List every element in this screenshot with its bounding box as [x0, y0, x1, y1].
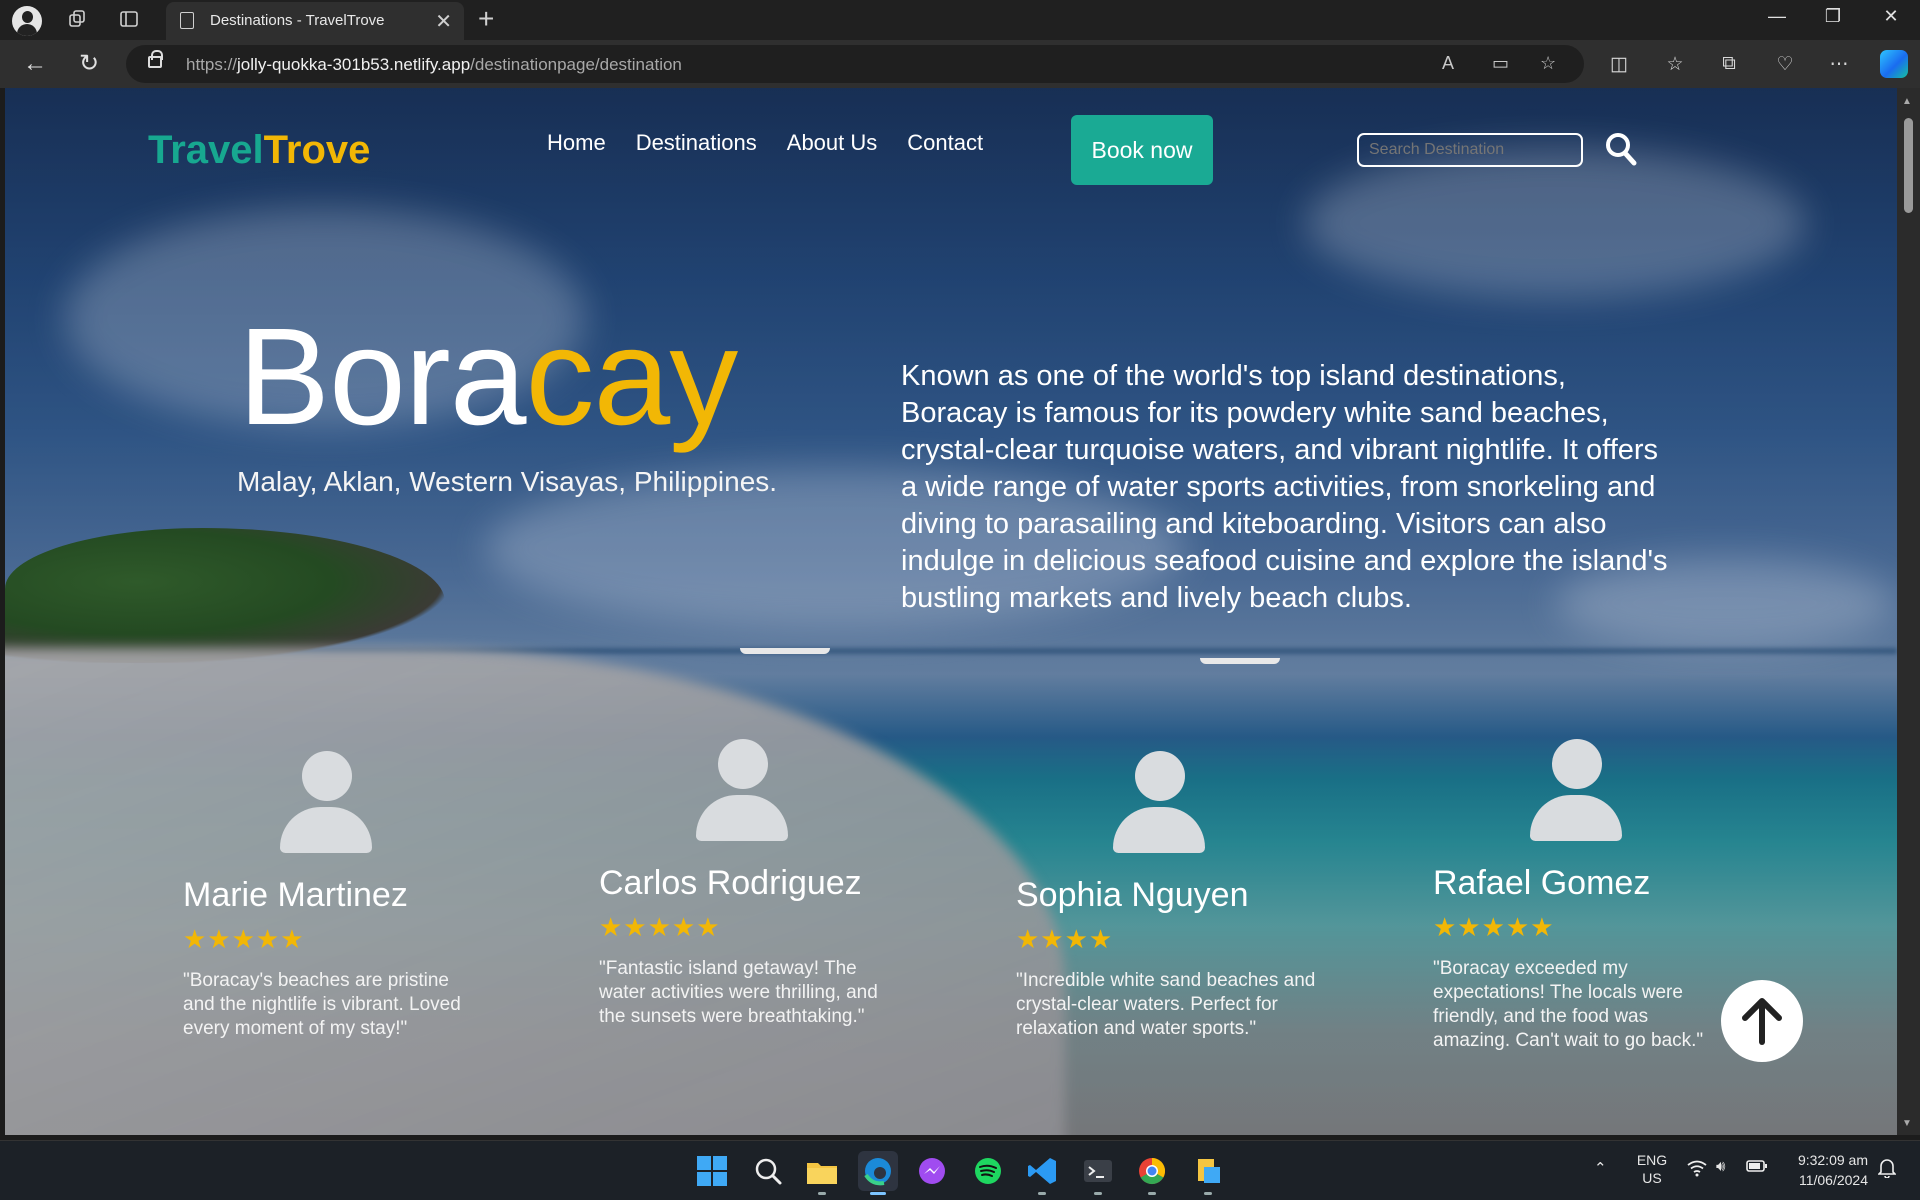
book-now-button[interactable]: Book now — [1071, 115, 1213, 185]
volume-icon[interactable]: 🔊︎ — [1716, 1158, 1725, 1175]
collections-icon[interactable]: ⧉ — [1716, 53, 1742, 75]
island-trees — [5, 528, 445, 663]
review-text: "Boracay exceeded my expectations! The l… — [1433, 958, 1704, 1051]
browser-tab-strip: Destinations - TravelTrove ✕ + — ❐ ✕ — [0, 0, 1920, 40]
favorites-icon[interactable]: ☆ — [1662, 53, 1688, 76]
chrome-icon[interactable] — [1132, 1151, 1172, 1195]
reviewer-name: Rafael Gomez — [1433, 864, 1651, 902]
tab-title: Destinations - TravelTrove — [210, 12, 385, 29]
star-rating: ★★★★★ — [1433, 912, 1555, 942]
destination-location: Malay, Aklan, Western Visayas, Philippin… — [237, 466, 778, 497]
review-text: "Incredible white sand beaches and cryst… — [1016, 970, 1316, 1039]
background-cloud — [1305, 148, 1805, 298]
tab-actions-icon[interactable] — [118, 9, 140, 31]
lock-icon[interactable] — [148, 50, 163, 68]
nav-home-link[interactable]: Home — [547, 130, 606, 156]
nav-destinations-link[interactable]: Destinations — [636, 130, 757, 156]
site-logo[interactable]: TravelTrove — [148, 128, 370, 173]
clock[interactable]: 9:32:09 am 11/06/2024 — [1784, 1150, 1868, 1190]
profile-avatar[interactable] — [12, 6, 42, 36]
copilot-icon[interactable] — [1880, 50, 1908, 78]
reviewer-name: Carlos Rodriguez — [599, 864, 862, 902]
reviewer-name: Marie Martinez — [183, 876, 408, 914]
nav-about-link[interactable]: About Us — [787, 130, 878, 156]
main-nav: Home Destinations About Us Contact — [547, 130, 983, 156]
review-text: "Boracay's beaches are pristine and the … — [183, 970, 461, 1039]
new-tab-button[interactable]: + — [478, 3, 494, 35]
close-window-icon[interactable]: ✕ — [1868, 6, 1914, 27]
user-avatar-icon — [1530, 739, 1622, 843]
address-bar-row: ← ↻ https://jolly-quokka-301b53.netlify.… — [0, 40, 1920, 88]
notes-app-icon[interactable] — [1188, 1151, 1228, 1195]
restore-icon[interactable]: ❐ — [1810, 6, 1856, 27]
scroll-up-icon[interactable]: ▲ — [1902, 96, 1912, 107]
windows-start-icon[interactable] — [692, 1151, 732, 1191]
destination-description: Known as one of the world's top island d… — [901, 360, 1668, 614]
scrollbar-thumb[interactable] — [1904, 118, 1913, 213]
search-icon[interactable] — [1605, 132, 1637, 166]
star-rating: ★★★★★ — [599, 912, 721, 942]
workspaces-icon[interactable] — [66, 9, 88, 31]
file-explorer-icon[interactable] — [802, 1151, 842, 1195]
spotify-icon[interactable] — [968, 1151, 1008, 1191]
immersive-reader-icon[interactable]: ▭ — [1492, 53, 1509, 74]
split-screen-icon[interactable]: ◫ — [1606, 53, 1632, 76]
arrow-up-icon — [1742, 998, 1782, 1045]
boat — [740, 648, 830, 654]
active-tab[interactable]: Destinations - TravelTrove ✕ — [166, 2, 464, 40]
vscode-icon[interactable] — [1022, 1151, 1062, 1195]
minimize-icon[interactable]: — — [1754, 6, 1800, 27]
read-aloud-icon[interactable]: A — [1442, 53, 1454, 74]
star-rating: ★★★★★ — [183, 924, 305, 954]
review-text: "Fantastic island getaway! The water act… — [599, 958, 878, 1027]
beach-sand — [5, 648, 1065, 1135]
url-text[interactable]: https://jolly-quokka-301b53.netlify.app/… — [186, 55, 682, 75]
terminal-icon[interactable] — [1078, 1151, 1118, 1195]
browser-essentials-icon[interactable]: ♡ — [1772, 53, 1798, 76]
scroll-down-icon[interactable]: ▼ — [1902, 1118, 1912, 1129]
boat — [1200, 658, 1280, 664]
battery-icon[interactable] — [1746, 1159, 1768, 1177]
back-arrow-icon[interactable]: ← — [20, 49, 50, 79]
language-indicator[interactable]: ENG US — [1634, 1151, 1670, 1187]
star-rating: ★★★★ — [1016, 924, 1114, 954]
more-options-icon[interactable]: ⋯ — [1826, 53, 1852, 76]
page-scrollbar[interactable]: ▲ ▼ — [1897, 88, 1920, 1135]
wifi-icon[interactable] — [1686, 1159, 1708, 1181]
notification-bell-icon[interactable] — [1877, 1158, 1897, 1182]
messenger-icon[interactable] — [912, 1151, 952, 1191]
scroll-to-top-button[interactable] — [1721, 980, 1803, 1062]
refresh-icon[interactable]: ↻ — [74, 49, 104, 79]
user-avatar-icon — [1113, 751, 1205, 855]
nav-contact-link[interactable]: Contact — [907, 130, 983, 156]
favorite-star-icon[interactable]: ☆ — [1540, 53, 1556, 74]
destination-title: Boracay — [238, 300, 738, 454]
destination-page: TravelTrove Home Destinations About Us C… — [5, 88, 1897, 1135]
search-destination-input[interactable] — [1357, 133, 1583, 167]
windows-taskbar: ⌃ ENG US 🔊︎ 9:32:09 am 11/06/2024 — [0, 1140, 1920, 1200]
show-hidden-icons[interactable]: ⌃ — [1594, 1159, 1607, 1177]
document-icon — [180, 12, 194, 29]
user-avatar-icon — [280, 751, 372, 855]
reviewer-name: Sophia Nguyen — [1016, 876, 1249, 914]
close-tab-icon[interactable]: ✕ — [435, 9, 452, 34]
user-avatar-icon — [696, 739, 788, 843]
url-field[interactable]: https://jolly-quokka-301b53.netlify.app/… — [126, 45, 1584, 83]
edge-browser-icon[interactable] — [858, 1151, 898, 1195]
taskbar-search-icon[interactable] — [748, 1151, 788, 1191]
